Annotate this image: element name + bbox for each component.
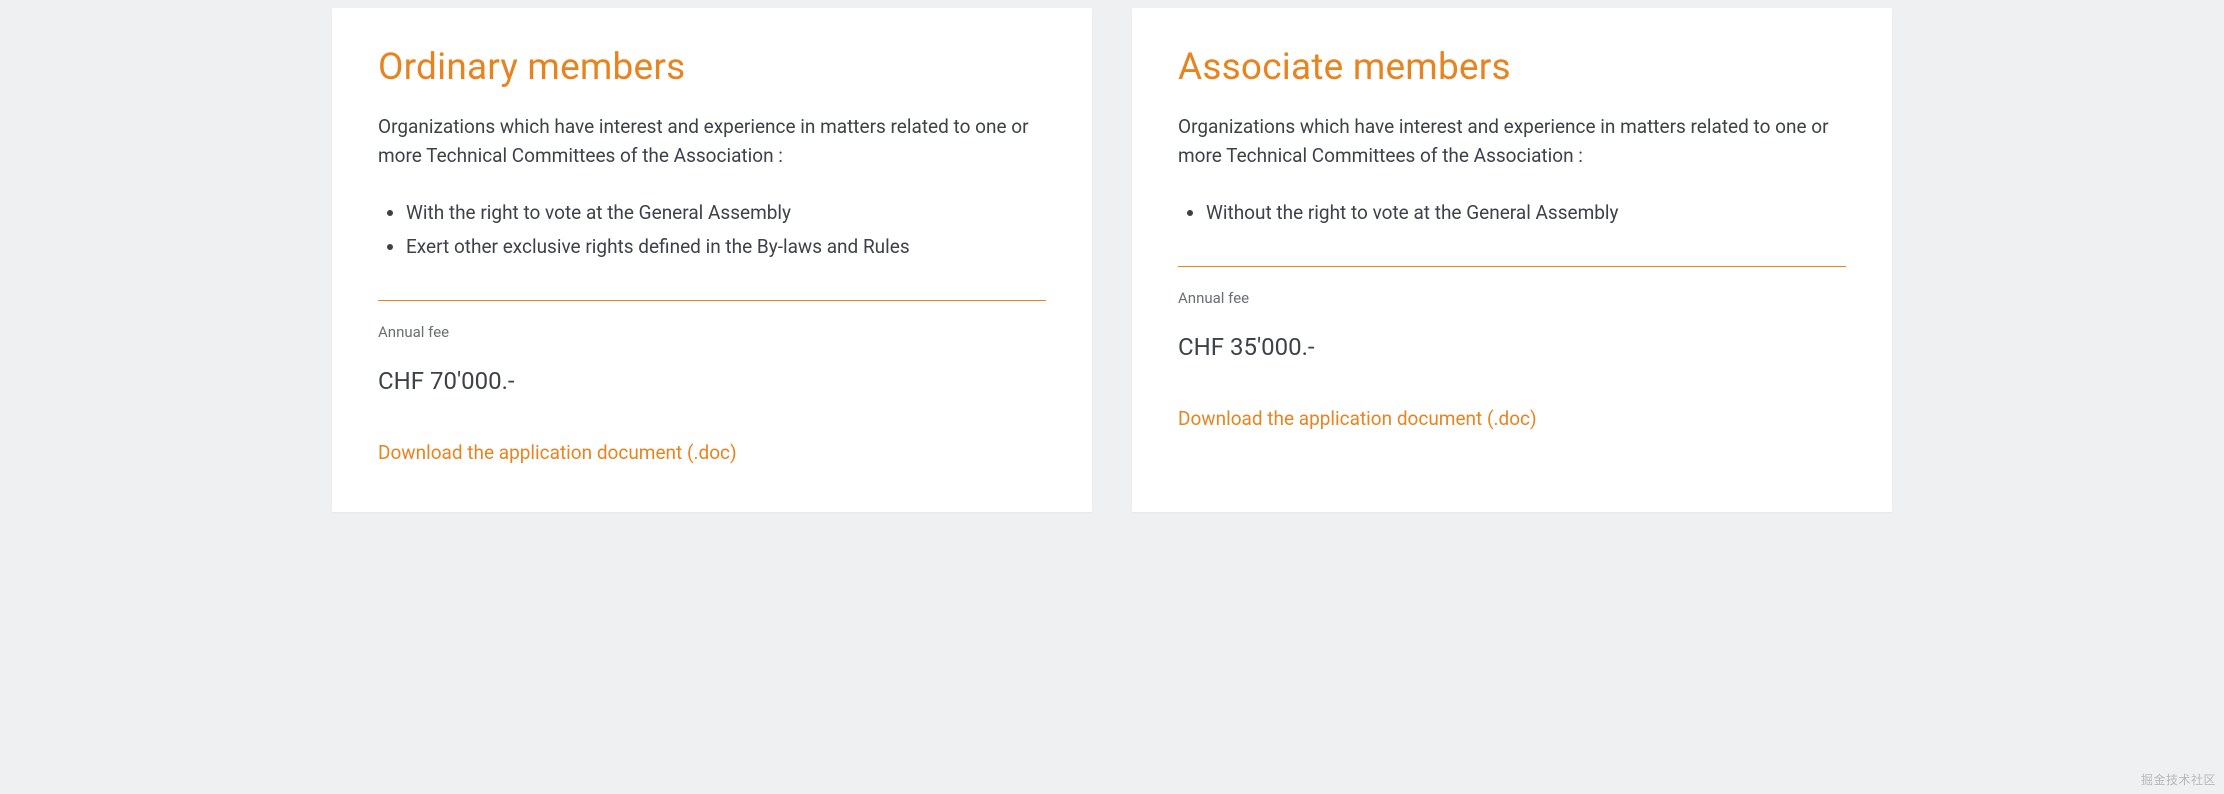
divider bbox=[1178, 266, 1846, 267]
membership-cards-container: Ordinary members Organizations which hav… bbox=[332, 8, 1892, 512]
list-item: Exert other exclusive rights defined in … bbox=[406, 230, 1046, 264]
ordinary-members-card: Ordinary members Organizations which hav… bbox=[332, 8, 1092, 512]
divider bbox=[378, 300, 1046, 301]
download-application-link[interactable]: Download the application document (.doc) bbox=[1178, 407, 1537, 430]
card-description: Organizations which have interest and ex… bbox=[1178, 113, 1846, 170]
associate-members-card: Associate members Organizations which ha… bbox=[1132, 8, 1892, 512]
card-title: Associate members bbox=[1178, 46, 1846, 89]
fee-amount: CHF 70'000.- bbox=[378, 367, 1046, 395]
fee-label: Annual fee bbox=[1178, 289, 1846, 307]
card-bullet-list: With the right to vote at the General As… bbox=[378, 196, 1046, 264]
fee-amount: CHF 35'000.- bbox=[1178, 333, 1846, 361]
fee-label: Annual fee bbox=[378, 323, 1046, 341]
card-description: Organizations which have interest and ex… bbox=[378, 113, 1046, 170]
list-item: With the right to vote at the General As… bbox=[406, 196, 1046, 230]
download-application-link[interactable]: Download the application document (.doc) bbox=[378, 441, 737, 464]
watermark-text: 掘金技术社区 bbox=[2141, 771, 2216, 788]
card-bullet-list: Without the right to vote at the General… bbox=[1178, 196, 1846, 230]
list-item: Without the right to vote at the General… bbox=[1206, 196, 1846, 230]
card-title: Ordinary members bbox=[378, 46, 1046, 89]
